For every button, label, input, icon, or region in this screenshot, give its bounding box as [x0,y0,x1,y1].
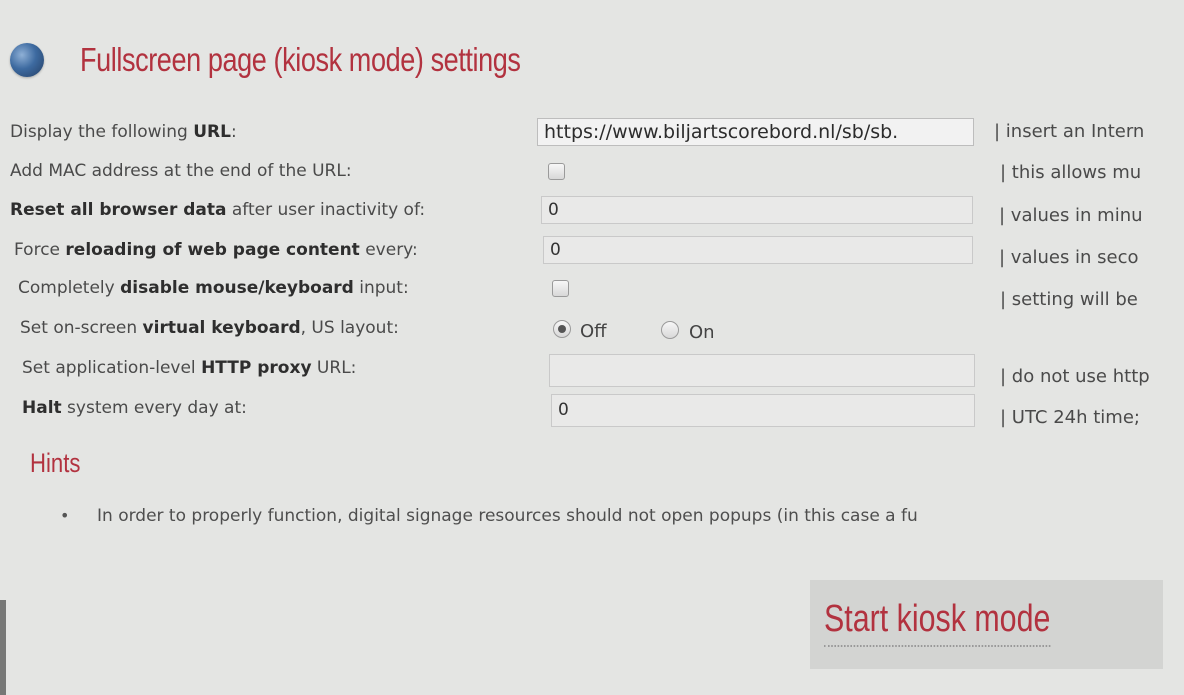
disable-input-hint: | setting will be [1000,289,1138,310]
reload-label: Force reloading of web page content ever… [14,240,418,260]
setting-row-halt: Halt system every day at: 0 | UTC 24h ti… [0,394,1184,428]
reset-input[interactable]: 0 [541,196,973,224]
setting-row-virtual-keyboard: Set on-screen virtual keyboard, US layou… [0,314,1184,343]
globe-icon [10,43,44,77]
proxy-input[interactable] [549,354,975,387]
reset-label: Reset all browser data after user inacti… [10,200,426,220]
setting-row-reload: Force reloading of web page content ever… [0,236,1184,268]
screen-bezel-edge [0,600,6,695]
mac-checkbox[interactable] [548,163,565,180]
start-kiosk-button[interactable]: Start kiosk mode [824,598,1051,647]
hint-bullet: • [60,506,70,525]
mac-label: Add MAC address at the end of the URL: [10,161,352,181]
keyboard-off-label[interactable]: Off [580,318,607,346]
keyboard-on-radio[interactable] [661,321,679,339]
reset-hint: | values in minu [999,205,1143,226]
halt-hint: | UTC 24h time; [1000,407,1140,428]
reload-input[interactable]: 0 [543,236,973,264]
setting-row-url: Display the following URL: https://www.b… [0,118,1184,146]
url-input[interactable]: https://www.biljartscorebord.nl/sb/sb. [537,118,974,146]
keyboard-on-label[interactable]: On [689,319,715,347]
proxy-hint: | do not use http [1000,366,1150,387]
halt-label: Halt system every day at: [22,398,247,418]
proxy-label: Set application-level HTTP proxy URL: [22,358,357,378]
url-hint: | insert an Intern [994,121,1145,142]
hint-item: In order to properly function, digital s… [97,506,918,526]
setting-row-reset: Reset all browser data after user inacti… [0,196,1184,226]
setting-row-mac: Add MAC address at the end of the URL: |… [0,157,1184,185]
page-title: Fullscreen page (kiosk mode) settings [80,41,521,78]
url-label: Display the following URL: [10,122,237,142]
setting-row-disable-input: Completely disable mouse/keyboard input:… [0,274,1184,310]
setting-row-proxy: Set application-level HTTP proxy URL: | … [0,354,1184,387]
hints-heading: Hints [30,448,81,478]
keyboard-off-radio[interactable] [553,320,571,338]
mac-hint: | this allows mu [1000,162,1142,183]
virtual-keyboard-label: Set on-screen virtual keyboard, US layou… [20,318,399,338]
halt-input[interactable]: 0 [551,394,975,427]
reload-hint: | values in seco [999,247,1139,268]
disable-input-label: Completely disable mouse/keyboard input: [18,278,409,298]
disable-input-checkbox[interactable] [552,280,569,297]
page-header: Fullscreen page (kiosk mode) settings [10,30,617,90]
